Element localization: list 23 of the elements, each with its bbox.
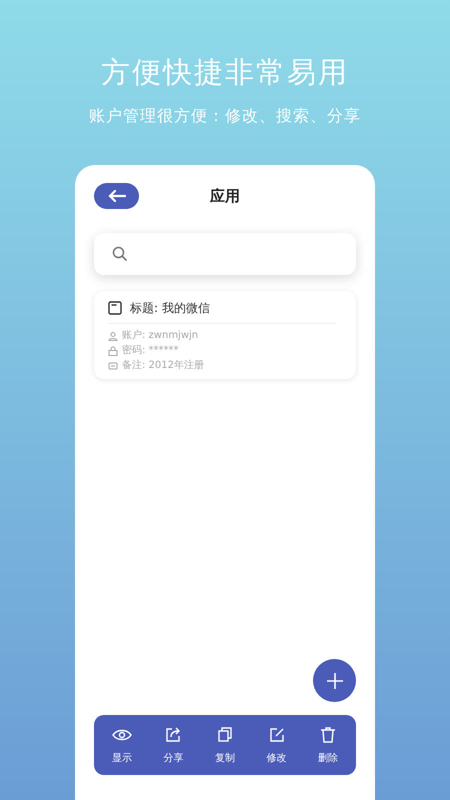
back-button[interactable] bbox=[94, 183, 139, 209]
entry-field: 账户: zwnmjwjn bbox=[122, 328, 198, 343]
subtitle: 账户管理很方便：修改、搜索、分享 bbox=[88, 105, 362, 127]
entry-card[interactable]: 标题: 我的微信 账户: zwnmjwjn 密码: ****** 备注: 2012年注册 bbox=[94, 291, 356, 379]
plus-icon bbox=[326, 672, 344, 690]
lock-icon bbox=[108, 346, 118, 356]
entry-field: 密码: ****** bbox=[122, 343, 179, 358]
entry-title: 标题: 我的微信 bbox=[130, 300, 210, 317]
toolbar-button[interactable]: 显示 bbox=[112, 724, 132, 766]
add-button[interactable] bbox=[313, 659, 356, 702]
search-icon bbox=[112, 246, 128, 262]
note-icon bbox=[108, 360, 118, 370]
person-icon bbox=[108, 330, 118, 340]
toolbar-button[interactable]: 删除 bbox=[318, 724, 338, 766]
headline: 方便快捷非常易用 bbox=[100, 54, 350, 91]
search-field[interactable] bbox=[94, 233, 356, 275]
toolbar-button[interactable]: 分享 bbox=[163, 724, 184, 766]
entry-field: 备注: 2012年注册 bbox=[122, 358, 204, 373]
toolbar-button[interactable]: 修改 bbox=[266, 724, 287, 766]
back-arrow-icon bbox=[108, 190, 126, 202]
toolbar-button[interactable]: 复制 bbox=[214, 724, 235, 766]
page-title: 应用 bbox=[208, 186, 241, 207]
card-icon bbox=[108, 301, 122, 315]
